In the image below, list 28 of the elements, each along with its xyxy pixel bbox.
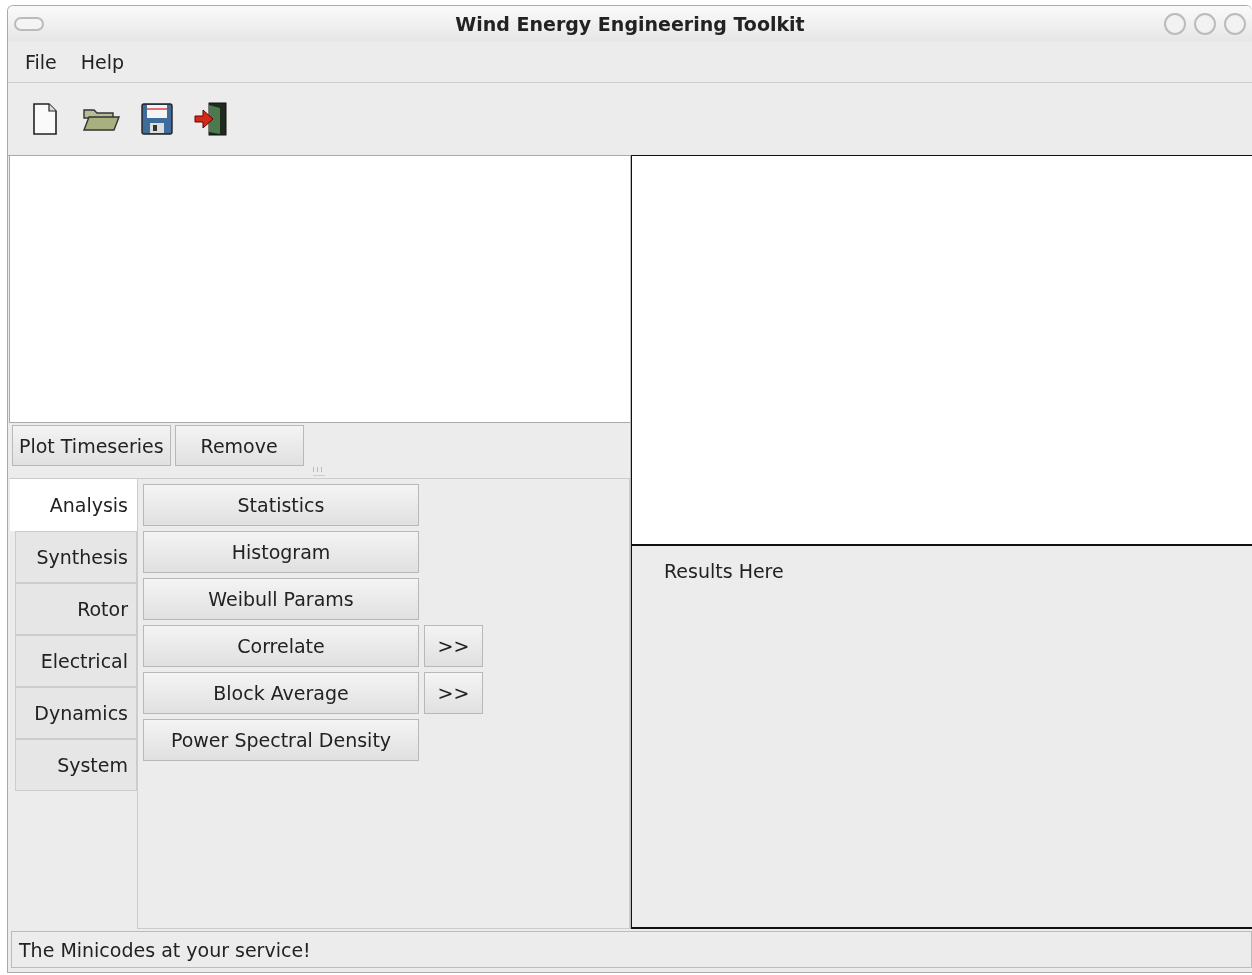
exit-door-icon[interactable]	[193, 101, 229, 137]
window-menu-button[interactable]	[14, 17, 44, 31]
menu-item[interactable]: File	[25, 51, 57, 73]
tab[interactable]: Synthesis	[15, 531, 137, 583]
status-text: The Minicodes at your service!	[19, 938, 311, 961]
more-button[interactable]: >>	[424, 625, 483, 667]
analysis-button[interactable]: Statistics	[143, 484, 419, 526]
menu-item[interactable]: Help	[80, 51, 125, 73]
timeseries-list[interactable]	[9, 156, 630, 423]
results-text: Results Here	[664, 560, 784, 582]
action-button[interactable]: Plot Timeseries	[12, 425, 171, 466]
analysis-button[interactable]: Weibull Params	[143, 578, 419, 620]
tab[interactable]: System	[15, 739, 137, 791]
window-title: Wind Energy Engineering Toolkit	[455, 13, 805, 35]
tab[interactable]: Dynamics	[15, 687, 137, 739]
tab[interactable]: Analysis	[10, 479, 137, 531]
maximize-button[interactable]	[1194, 13, 1216, 35]
minimize-button[interactable]	[1164, 13, 1186, 35]
tab[interactable]: Rotor	[15, 583, 137, 635]
close-button[interactable]	[1224, 13, 1246, 35]
analysis-button[interactable]: Block Average	[143, 672, 419, 714]
tab[interactable]: Electrical	[15, 635, 137, 687]
more-button[interactable]: >>	[424, 672, 483, 714]
analysis-button[interactable]: Power Spectral Density	[143, 719, 419, 761]
analysis-button[interactable]: Histogram	[143, 531, 419, 573]
action-button[interactable]: Remove	[174, 425, 304, 466]
analysis-button[interactable]: Correlate	[143, 625, 419, 667]
pane-resize-handle[interactable]	[313, 467, 325, 476]
